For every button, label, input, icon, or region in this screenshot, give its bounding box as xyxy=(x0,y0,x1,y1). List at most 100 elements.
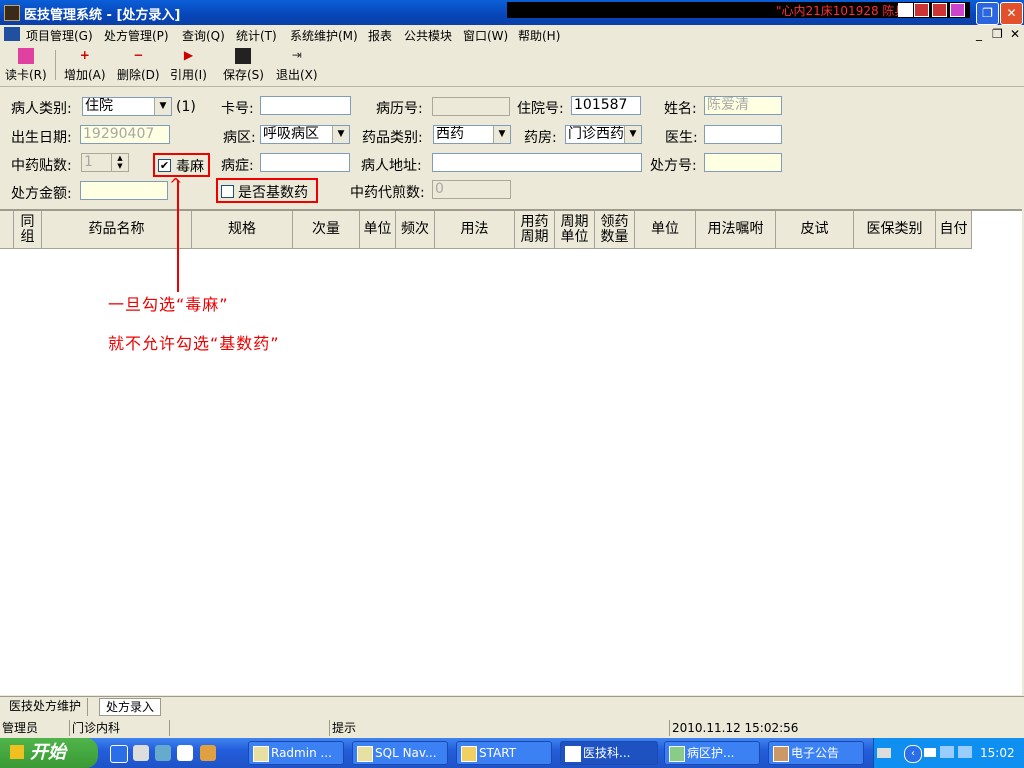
narcotic-checkbox[interactable]: ✔ xyxy=(158,159,171,172)
column-header-dispense-unit[interactable]: 单位 xyxy=(635,211,696,249)
reference-button[interactable]: ▶ 引用(I) xyxy=(170,48,207,83)
tab-prescription-entry[interactable]: 处方录入 xyxy=(99,698,162,716)
chevron-left-icon[interactable]: ‹ xyxy=(904,745,922,763)
task-label: SQL Nav... xyxy=(375,746,437,760)
network-icon[interactable] xyxy=(155,745,171,761)
exit-button[interactable]: ⇥ 退出(X) xyxy=(276,48,318,83)
menu-item-report[interactable]: 报表 xyxy=(368,27,392,44)
chevron-down-icon[interactable]: ▼ xyxy=(493,126,510,143)
menu-item-help[interactable]: 帮助(H) xyxy=(518,27,560,44)
column-header-cycle-unit[interactable]: 周期单位 xyxy=(555,211,595,249)
column-header-spec[interactable]: 规格 xyxy=(192,211,293,249)
notepad-icon[interactable] xyxy=(133,745,149,761)
mail-icon[interactable] xyxy=(898,3,913,17)
column-header-usage[interactable]: 用法 xyxy=(435,211,515,249)
tcm-doses-label: 中药贴数: xyxy=(11,158,72,174)
quicklaunch-app-icon[interactable] xyxy=(200,745,216,761)
column-header-skin-test[interactable]: 皮试 xyxy=(776,211,854,249)
explorer-icon[interactable] xyxy=(177,745,193,761)
restore-button[interactable]: ❐ xyxy=(976,2,999,25)
mdi-close-button[interactable]: ✕ xyxy=(1010,27,1020,41)
reference-icon: ▶ xyxy=(183,48,194,62)
task-ward-nurse[interactable]: 病区护... xyxy=(664,741,760,765)
address-input[interactable] xyxy=(432,153,642,172)
chevron-down-icon[interactable]: ▼ xyxy=(154,98,171,115)
basic-drug-checkbox[interactable] xyxy=(221,185,234,198)
disease-input[interactable] xyxy=(260,153,350,172)
doctor-input[interactable] xyxy=(704,125,782,144)
ie-icon[interactable] xyxy=(110,745,128,763)
alert-icon[interactable] xyxy=(932,3,947,17)
network-tray-icon-2[interactable] xyxy=(958,746,972,758)
menu-item-prescription[interactable]: 处方管理(P) xyxy=(104,27,169,44)
delete-button[interactable]: − 删除(D) xyxy=(117,48,160,83)
stop-icon[interactable] xyxy=(914,3,929,17)
start-button[interactable]: 开始 xyxy=(0,738,98,768)
tcm-doses-stepper[interactable]: 1 ▲ ▼ xyxy=(81,153,129,172)
column-header-cycle[interactable]: 用药周期 xyxy=(515,211,555,249)
exit-label: 退出(X) xyxy=(276,68,318,82)
mdi-restore-button[interactable]: ❐ xyxy=(992,27,1003,41)
read-card-label: 读卡(R) xyxy=(5,68,47,82)
mdi-minimize-button[interactable]: _ xyxy=(976,27,982,41)
menu-item-stats[interactable]: 统计(T) xyxy=(236,27,277,44)
column-header-frequency[interactable]: 频次 xyxy=(396,211,435,249)
menu-item-common[interactable]: 公共模块 xyxy=(404,27,452,44)
name-label: 姓名: xyxy=(664,101,697,117)
row-selector-header xyxy=(0,211,14,249)
delete-label: 删除(D) xyxy=(117,68,160,82)
column-header-self-pay[interactable]: 自付 xyxy=(936,211,972,249)
amount-field[interactable] xyxy=(80,181,168,200)
prescription-grid[interactable] xyxy=(0,211,1022,695)
document-icon xyxy=(4,27,20,41)
ward-select[interactable]: 呼吸病区 ▼ xyxy=(260,125,350,144)
decoction-field[interactable]: 0 xyxy=(432,180,511,199)
card-no-input[interactable] xyxy=(260,96,351,115)
radmin-icon xyxy=(253,746,269,762)
record-no-field[interactable] xyxy=(432,97,510,116)
menu-item-project[interactable]: 项目管理(G) xyxy=(26,27,93,44)
column-header-insurance[interactable]: 医保类别 xyxy=(854,211,936,249)
task-start-folder[interactable]: START xyxy=(456,741,552,765)
menu-item-system[interactable]: 系统维护(M) xyxy=(290,27,358,44)
save-label: 保存(S) xyxy=(223,68,264,82)
network-tray-icon[interactable] xyxy=(940,746,954,758)
pharmacy-select[interactable]: 门诊西药 ▼ xyxy=(565,125,642,144)
drug-type-select[interactable]: 西药 ▼ xyxy=(433,125,511,144)
spin-arrows-icon[interactable]: ▲ ▼ xyxy=(111,154,128,171)
birth-date-field[interactable]: 19290407 xyxy=(80,125,170,144)
menu-item-window[interactable]: 窗口(W) xyxy=(463,27,508,44)
inpatient-no-input[interactable]: 101587 xyxy=(571,96,641,115)
task-radmin[interactable]: Radmin ... xyxy=(248,741,344,765)
medtech-icon xyxy=(565,746,581,762)
task-label: 医技科... xyxy=(583,746,631,760)
column-header-drug-name[interactable]: 药品名称 xyxy=(42,211,192,249)
task-bulletin[interactable]: 电子公告 xyxy=(768,741,864,765)
tcm-doses-value: 1 xyxy=(84,154,93,170)
task-sql-navigator[interactable]: SQL Nav... xyxy=(352,741,448,765)
menu-item-query[interactable]: 查询(Q) xyxy=(182,27,225,44)
column-header-dose[interactable]: 次量 xyxy=(293,211,360,249)
keyboard-icon[interactable] xyxy=(877,748,891,758)
close-button[interactable]: ✕ xyxy=(1000,2,1023,25)
add-button[interactable]: + 增加(A) xyxy=(64,48,106,83)
patient-type-select[interactable]: 住院 ▼ xyxy=(82,97,172,116)
drug-type-label: 药品类别: xyxy=(362,130,423,146)
column-header-group[interactable]: 同组 xyxy=(14,211,42,249)
rx-no-field[interactable] xyxy=(704,153,782,172)
column-header-instructions[interactable]: 用法嘱咐 xyxy=(696,211,776,249)
chevron-down-icon[interactable]: ▼ xyxy=(332,126,349,143)
chevron-down-icon[interactable]: ▼ xyxy=(624,126,641,143)
read-card-button[interactable]: 读卡(R) xyxy=(5,48,47,83)
tab-prescription-maintenance[interactable]: 医技处方维护 xyxy=(3,698,89,716)
patient-name-field[interactable]: 陈爱清 xyxy=(704,96,782,115)
mail-tray-icon[interactable] xyxy=(924,748,936,757)
close-notice-icon[interactable] xyxy=(950,3,965,17)
address-label: 病人地址: xyxy=(361,158,422,174)
save-button[interactable]: 保存(S) xyxy=(223,48,264,83)
add-label: 增加(A) xyxy=(64,68,106,82)
task-medtech[interactable]: 医技科... xyxy=(560,741,658,765)
windows-logo-icon xyxy=(10,745,24,759)
column-header-dispense-qty[interactable]: 领药数量 xyxy=(595,211,635,249)
column-header-unit[interactable]: 单位 xyxy=(360,211,396,249)
